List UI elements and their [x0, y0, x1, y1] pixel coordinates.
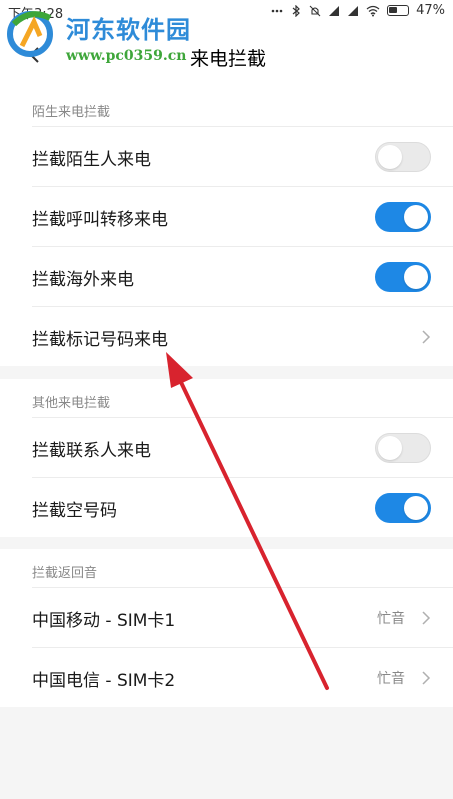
- toggle-block-forwarded[interactable]: [375, 202, 431, 232]
- signal-icon-1: [329, 5, 340, 16]
- row-sim2-return-tone[interactable]: 中国电信 - SIM卡2 忙音: [32, 647, 453, 707]
- chevron-right-icon: [422, 330, 431, 344]
- section-header: 拦截返回音: [32, 566, 98, 581]
- toggle-block-strangers[interactable]: [375, 142, 431, 172]
- section-header: 陌生来电拦截: [32, 105, 111, 120]
- row-value: 忙音: [377, 671, 405, 687]
- battery-percent: 47%: [416, 3, 445, 18]
- row-label: 中国电信 - SIM卡2: [32, 671, 176, 691]
- toggle-knob: [378, 436, 402, 460]
- section-other-call-block: 其他来电拦截 拦截联系人来电 拦截空号码: [0, 379, 453, 537]
- signal-icon-2: [348, 5, 359, 16]
- row-label: 拦截标记号码来电: [32, 330, 168, 350]
- watermark-url: www.pc0359.cn: [66, 48, 187, 64]
- row-label: 中国移动 - SIM卡1: [32, 611, 176, 631]
- bluetooth-icon: [292, 4, 300, 17]
- row-sim1-return-tone[interactable]: 中国移动 - SIM卡1 忙音: [32, 587, 453, 647]
- toggle-block-overseas[interactable]: [375, 262, 431, 292]
- toggle-knob: [404, 265, 428, 289]
- row-block-overseas[interactable]: 拦截海外来电: [32, 246, 453, 306]
- row-block-strangers[interactable]: 拦截陌生人来电: [32, 126, 453, 186]
- row-block-empty-numbers[interactable]: 拦截空号码: [32, 477, 453, 537]
- toggle-knob: [378, 145, 402, 169]
- row-block-marked-numbers[interactable]: 拦截标记号码来电: [32, 306, 453, 366]
- chevron-right-icon: [422, 671, 431, 685]
- row-block-forwarded[interactable]: 拦截呼叫转移来电: [32, 186, 453, 246]
- watermark: 河东软件园 www.pc0359.cn: [4, 4, 234, 64]
- row-value: 忙音: [377, 611, 405, 627]
- wifi-icon: [366, 5, 380, 16]
- row-label: 拦截联系人来电: [32, 441, 151, 461]
- chevron-right-icon: [422, 611, 431, 625]
- watermark-title: 河东软件园: [66, 15, 191, 44]
- row-label: 拦截空号码: [32, 501, 117, 521]
- status-icons: 47%: [271, 3, 445, 18]
- row-label: 拦截海外来电: [32, 270, 134, 290]
- section-header: 其他来电拦截: [32, 396, 111, 411]
- toggle-knob: [404, 496, 428, 520]
- toggle-knob: [404, 205, 428, 229]
- row-label: 拦截陌生人来电: [32, 150, 151, 170]
- row-label: 拦截呼叫转移来电: [32, 210, 168, 230]
- battery-icon: [387, 5, 410, 16]
- mute-icon: [309, 5, 321, 16]
- toggle-block-contacts[interactable]: [375, 433, 431, 463]
- dots-icon: [271, 9, 283, 12]
- row-block-contacts[interactable]: 拦截联系人来电: [32, 417, 453, 477]
- toggle-block-empty-numbers[interactable]: [375, 493, 431, 523]
- section-block-return-tone: 拦截返回音 中国移动 - SIM卡1 忙音 中国电信 - SIM卡2 忙音: [0, 549, 453, 707]
- section-stranger-call-block: 陌生来电拦截 拦截陌生人来电 拦截呼叫转移来电 拦截海外来电 拦截标记号码来电: [0, 88, 453, 366]
- watermark-logo-icon: [7, 11, 53, 57]
